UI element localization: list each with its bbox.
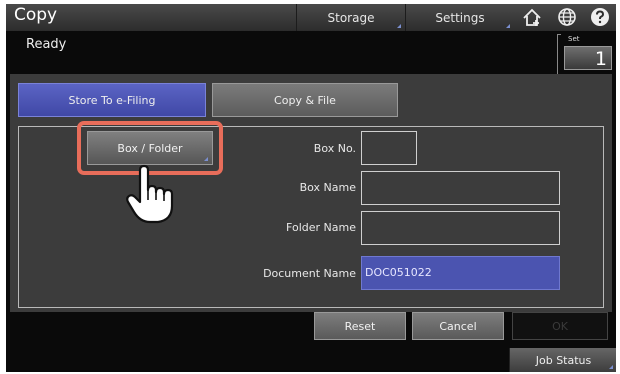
set-bracket bbox=[557, 34, 561, 76]
app-title: Copy bbox=[14, 5, 58, 25]
settings-label: Settings bbox=[435, 10, 485, 25]
corner-arrow-icon bbox=[204, 157, 208, 161]
box-no-label: Box No. bbox=[313, 142, 356, 155]
copier-panel: Copy Storage Settings Ready Set 1 Store … bbox=[6, 4, 616, 372]
folder-name-label: Folder Name bbox=[286, 221, 356, 234]
settings-button[interactable]: Settings bbox=[405, 4, 514, 31]
storage-button[interactable]: Storage bbox=[296, 4, 405, 31]
folder-name-field[interactable] bbox=[361, 211, 560, 245]
ok-button: OK bbox=[512, 312, 608, 340]
e-filing-form: Box / Folder Box No. Box Name Folder Nam… bbox=[18, 121, 604, 308]
box-name-label: Box Name bbox=[299, 181, 356, 194]
document-name-field[interactable]: DOC051022 bbox=[361, 256, 560, 290]
globe-icon[interactable] bbox=[555, 6, 579, 28]
pointing-hand-icon bbox=[126, 164, 174, 224]
set-label: Set bbox=[568, 35, 580, 43]
set-count: 1 bbox=[564, 46, 612, 70]
main-content: Store To e-Filing Copy & File Box / Fold… bbox=[10, 74, 612, 312]
home-icon[interactable] bbox=[521, 6, 545, 28]
reset-button[interactable]: Reset bbox=[314, 312, 406, 340]
document-name-label: Document Name bbox=[263, 267, 356, 280]
box-folder-label: Box / Folder bbox=[117, 141, 183, 155]
help-icon[interactable] bbox=[588, 6, 612, 28]
reset-label: Reset bbox=[344, 319, 376, 333]
corner-arrow-icon bbox=[397, 24, 401, 28]
top-bar: Copy Storage Settings bbox=[6, 4, 616, 31]
box-folder-button[interactable]: Box / Folder bbox=[87, 131, 213, 165]
job-status-button[interactable]: Job Status bbox=[509, 348, 616, 372]
job-status-label: Job Status bbox=[535, 353, 592, 367]
machine-status: Ready bbox=[26, 37, 67, 52]
corner-arrow-icon bbox=[609, 365, 613, 369]
box-name-field[interactable] bbox=[361, 171, 560, 205]
storage-label: Storage bbox=[327, 10, 375, 25]
ok-label: OK bbox=[552, 319, 568, 333]
cancel-label: Cancel bbox=[439, 319, 477, 333]
corner-arrow-icon bbox=[506, 24, 510, 28]
tab-copy-and-file[interactable]: Copy & File bbox=[212, 83, 398, 117]
cancel-button[interactable]: Cancel bbox=[412, 312, 504, 340]
box-no-field[interactable] bbox=[361, 131, 417, 165]
tab-store-to-e-filing[interactable]: Store To e-Filing bbox=[18, 83, 206, 117]
